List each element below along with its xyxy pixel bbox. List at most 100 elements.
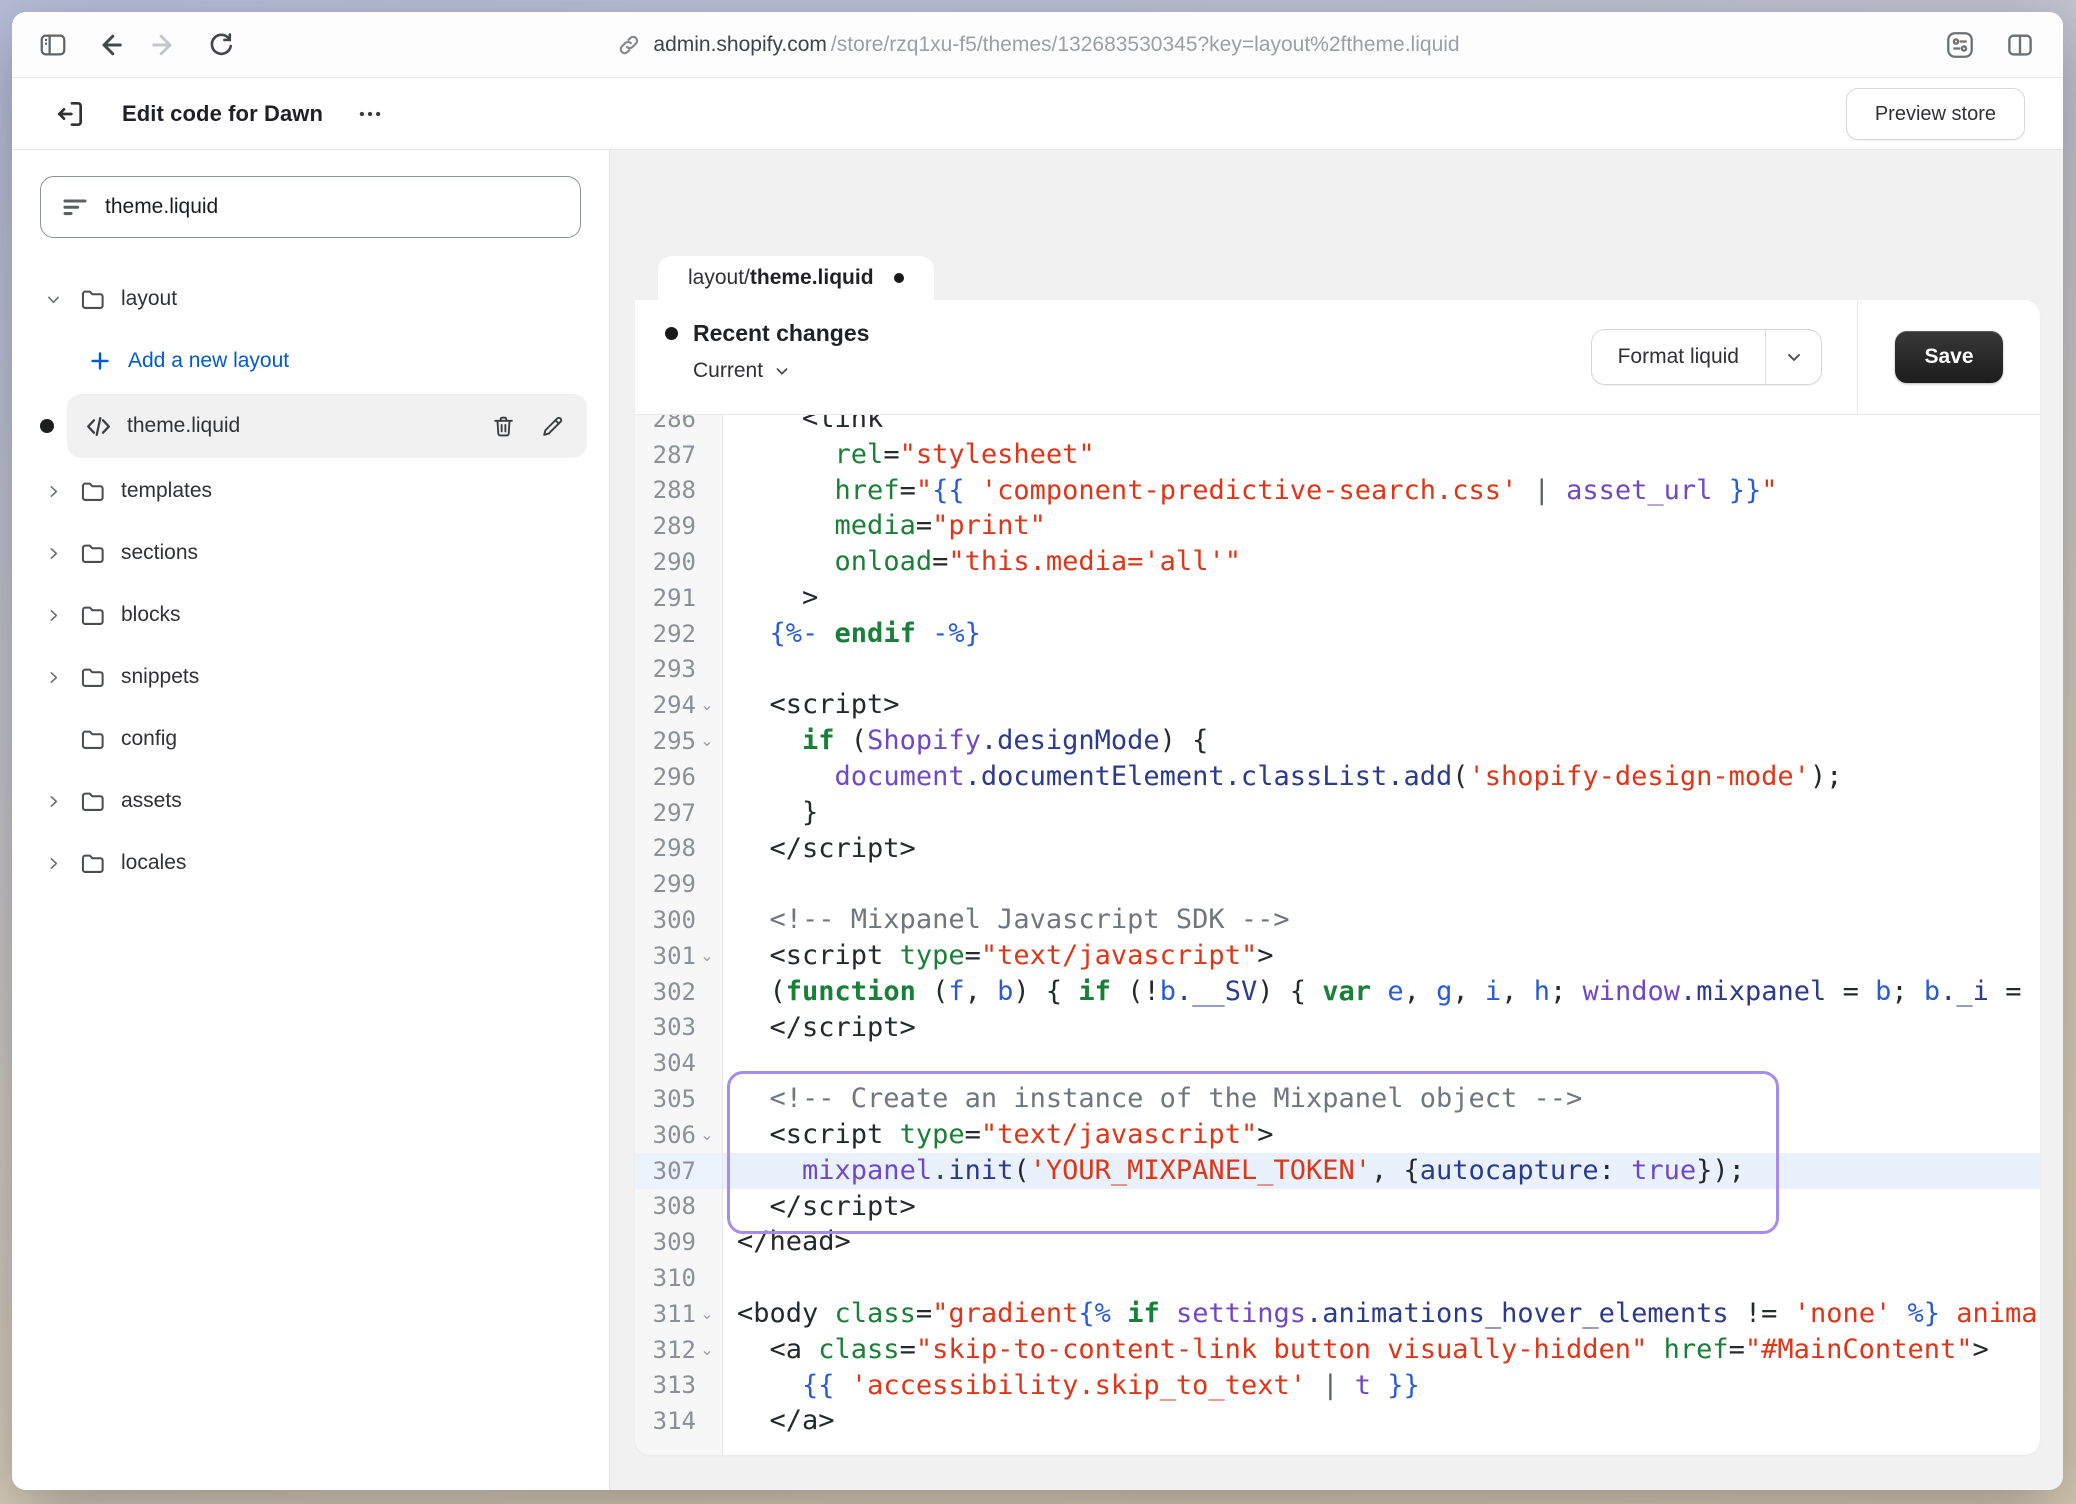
code-line-302[interactable]: 302 (function (f, b) { if (!b.__SV) { va… <box>635 974 2040 1010</box>
version-dropdown[interactable]: Current <box>665 359 869 383</box>
code-line-307[interactable]: 307 mixpanel.init('YOUR_MIXPANEL_TOKEN',… <box>635 1153 2040 1189</box>
back-button[interactable] <box>92 28 126 62</box>
tab-path-prefix: layout/ <box>688 266 750 289</box>
folder-icon <box>79 478 106 505</box>
line-gutter: 291 <box>635 580 723 616</box>
chevron-right-icon <box>46 546 61 561</box>
code-line-297[interactable]: 297 } <box>635 795 2040 831</box>
code-line-314[interactable]: 314 </a> <box>635 1403 2040 1439</box>
code-line-295[interactable]: 295⌄ if (Shopify.designMode) { <box>635 723 2040 759</box>
gutter-filler <box>635 1439 2040 1455</box>
line-gutter: 293 <box>635 652 723 688</box>
file-search-input[interactable] <box>105 195 562 219</box>
browser-toolbar: admin.shopify.com/store/rzq1xu-f5/themes… <box>12 12 2063 78</box>
code-line-288[interactable]: 288 href="{{ 'component-predictive-searc… <box>635 473 2040 509</box>
edit-icon <box>540 414 565 439</box>
tab-theme-liquid[interactable]: layout/theme.liquid <box>658 256 934 300</box>
file-search-box[interactable] <box>40 176 581 238</box>
line-gutter: 312⌄ <box>635 1332 723 1368</box>
folder-icon <box>79 788 106 815</box>
code-lines[interactable]: 286 <link287 rel="stylesheet"288 href="{… <box>635 415 2040 1455</box>
browser-settings-icon[interactable] <box>1943 28 1977 62</box>
line-gutter: 314 <box>635 1403 723 1439</box>
code-line-291[interactable]: 291 > <box>635 580 2040 616</box>
folder-label: sections <box>121 541 198 565</box>
code-line-289[interactable]: 289 media="print" <box>635 508 2040 544</box>
fold-toggle-icon[interactable]: ⌄ <box>696 946 718 966</box>
selected-file-pill[interactable]: theme.liquid <box>67 394 587 458</box>
file-name-label: theme.liquid <box>127 414 476 438</box>
fold-toggle-icon[interactable]: ⌄ <box>696 1340 718 1360</box>
format-liquid-button[interactable]: Format liquid <box>1591 329 1822 385</box>
sidebar-item-locales[interactable]: locales <box>12 832 609 894</box>
chevron-right-icon <box>46 484 61 499</box>
code-line-296[interactable]: 296 document.documentElement.classList.a… <box>635 759 2040 795</box>
rename-file-button[interactable] <box>540 414 565 439</box>
code-line-310[interactable]: 310 <box>635 1260 2040 1296</box>
code-line-304[interactable]: 304 <box>635 1045 2040 1081</box>
code-file-icon <box>85 413 112 440</box>
code-line-306[interactable]: 306⌄ <script type="text/javascript"> <box>635 1117 2040 1153</box>
address-bar[interactable]: admin.shopify.com/store/rzq1xu-f5/themes… <box>615 32 1459 58</box>
exit-code-editor-button[interactable] <box>52 96 88 132</box>
fold-toggle-icon[interactable]: ⌄ <box>696 1125 718 1145</box>
code-line-290[interactable]: 290 onload="this.media='all'" <box>635 544 2040 580</box>
split-view-icon[interactable] <box>2003 28 2037 62</box>
code-line-286[interactable]: 286 <link <box>635 415 2040 437</box>
plus-icon <box>88 349 112 373</box>
line-gutter: 286 <box>635 415 723 437</box>
code-line-298[interactable]: 298 </script> <box>635 831 2040 867</box>
code-line-294[interactable]: 294⌄ <script> <box>635 687 2040 723</box>
line-gutter: 294⌄ <box>635 687 723 723</box>
code-line-287[interactable]: 287 rel="stylesheet" <box>635 437 2040 473</box>
code-line-293[interactable]: 293 <box>635 652 2040 688</box>
fold-toggle-icon[interactable]: ⌄ <box>696 695 718 715</box>
sidebar-toggle-icon[interactable] <box>36 28 70 62</box>
code-line-301[interactable]: 301⌄ <script type="text/javascript"> <box>635 938 2040 974</box>
line-gutter: 288 <box>635 473 723 509</box>
code-line-308[interactable]: 308 </script> <box>635 1189 2040 1225</box>
sidebar-file-theme.liquid[interactable]: theme.liquid <box>12 392 609 460</box>
folder-label: assets <box>121 789 182 813</box>
sidebar-item-sections[interactable]: sections <box>12 522 609 584</box>
page-title: Edit code for Dawn <box>122 101 323 127</box>
sidebar-item-assets[interactable]: assets <box>12 770 609 832</box>
code-line-309[interactable]: 309</head> <box>635 1224 2040 1260</box>
sidebar-item-config[interactable]: config <box>12 708 609 770</box>
code-line-300[interactable]: 300 <!-- Mixpanel Javascript SDK --> <box>635 902 2040 938</box>
more-actions-button[interactable] <box>357 101 383 127</box>
line-gutter: 305 <box>635 1081 723 1117</box>
add-new-layout-label: Add a new layout <box>128 349 289 373</box>
fold-toggle-icon[interactable]: ⌄ <box>696 731 718 751</box>
sidebar-item-layout[interactable]: layout <box>12 268 609 330</box>
code-line-292[interactable]: 292 {%- endif -%} <box>635 616 2040 652</box>
code-line-299[interactable]: 299 <box>635 866 2040 902</box>
folder-label: snippets <box>121 665 199 689</box>
sidebar-item-blocks[interactable]: blocks <box>12 584 609 646</box>
sidebar-item-templates[interactable]: templates <box>12 460 609 522</box>
format-liquid-dropdown[interactable] <box>1765 330 1821 384</box>
line-gutter: 306⌄ <box>635 1117 723 1153</box>
code-line-313[interactable]: 313 {{ 'accessibility.skip_to_text' | t … <box>635 1368 2040 1404</box>
code-editor[interactable]: 286 <link287 rel="stylesheet"288 href="{… <box>635 415 2040 1455</box>
preview-store-button[interactable]: Preview store <box>1846 88 2025 140</box>
fold-toggle-icon[interactable]: ⌄ <box>696 1304 718 1324</box>
reload-button[interactable] <box>204 28 238 62</box>
delete-file-button[interactable] <box>491 414 516 439</box>
code-line-305[interactable]: 305 <!-- Create an instance of the Mixpa… <box>635 1081 2040 1117</box>
format-liquid-label[interactable]: Format liquid <box>1592 330 1765 384</box>
save-button[interactable]: Save <box>1895 331 2003 383</box>
line-gutter: 308 <box>635 1189 723 1225</box>
code-line-303[interactable]: 303 </script> <box>635 1010 2040 1046</box>
folder-label: locales <box>121 851 186 875</box>
folder-label: templates <box>121 479 212 503</box>
folder-icon <box>79 540 106 567</box>
forward-button[interactable] <box>148 28 182 62</box>
filter-icon <box>59 191 91 223</box>
sidebar-item-snippets[interactable]: snippets <box>12 646 609 708</box>
line-gutter: 297 <box>635 795 723 831</box>
code-line-312[interactable]: 312⌄ <a class="skip-to-content-link butt… <box>635 1332 2040 1368</box>
add-new-layout-button[interactable]: Add a new layout <box>12 330 609 392</box>
line-gutter: 303 <box>635 1010 723 1046</box>
code-line-311[interactable]: 311⌄<body class="gradient{% if settings.… <box>635 1296 2040 1332</box>
